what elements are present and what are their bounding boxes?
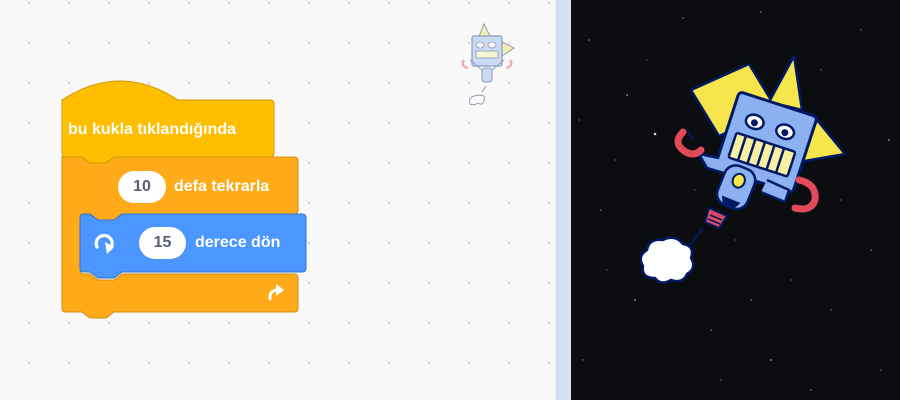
turn-block-label: derece dön bbox=[195, 234, 281, 251]
hat-block-label: bu kukla tıklandığında bbox=[68, 121, 237, 138]
stage-scrollbar[interactable] bbox=[557, 0, 571, 400]
repeat-block-label: defa tekrarla bbox=[174, 178, 270, 195]
robot-sprite-icon[interactable] bbox=[629, 50, 859, 290]
repeat-count-input[interactable]: 10 bbox=[118, 171, 166, 203]
turn-degrees-input[interactable]: 15 bbox=[139, 227, 186, 259]
code-blocks bbox=[61, 80, 307, 319]
